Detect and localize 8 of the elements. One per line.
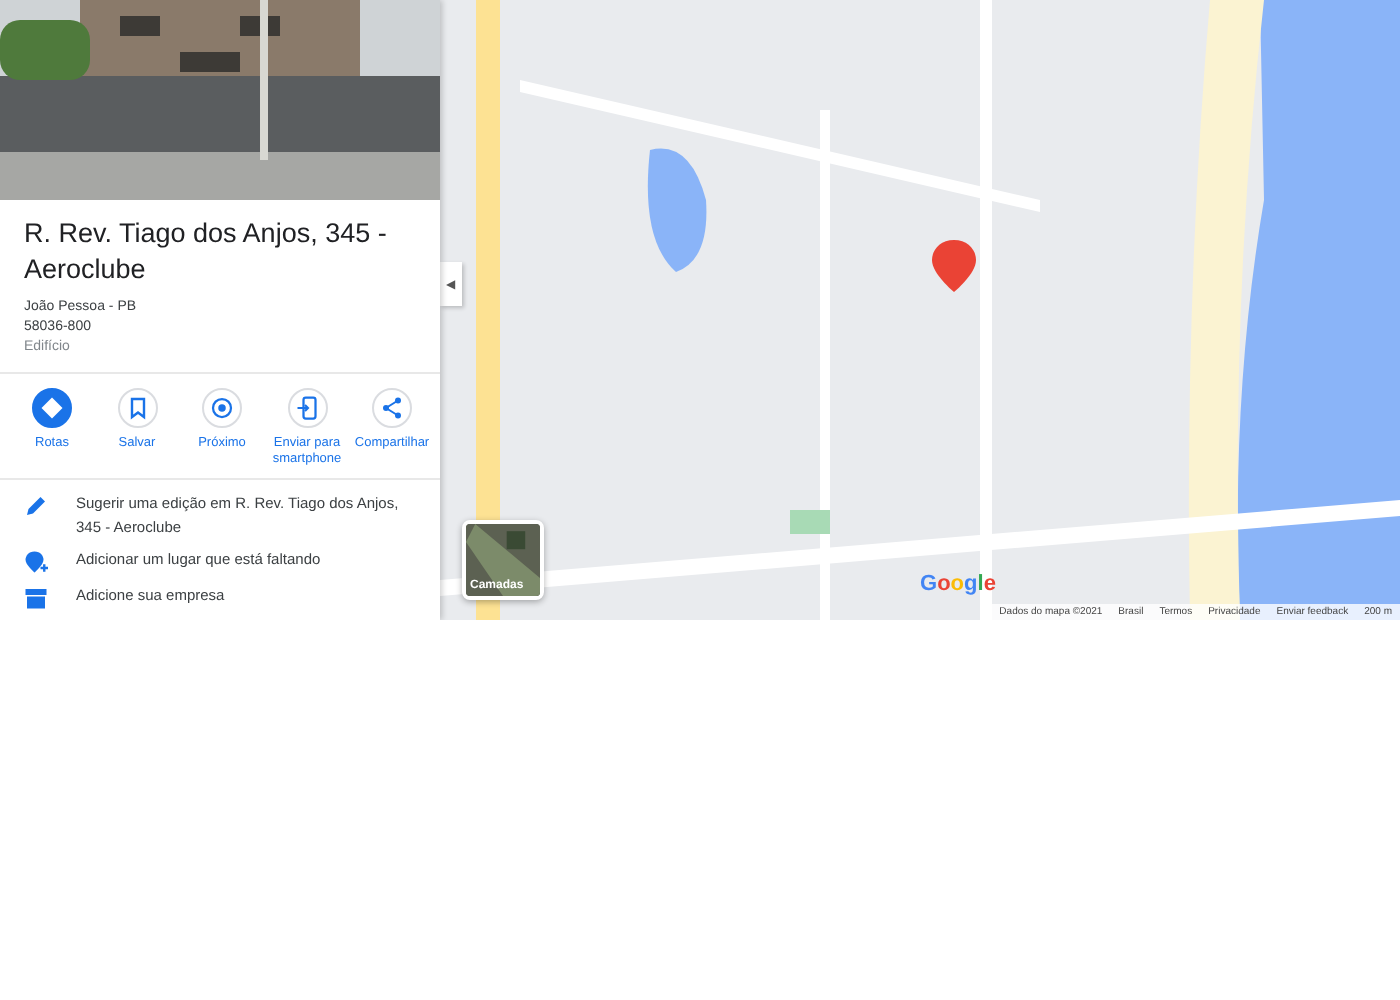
location-target-icon: [210, 395, 234, 420]
add-pin-icon: [24, 549, 48, 574]
storefront-icon: [24, 585, 48, 610]
share-icon: [380, 395, 404, 420]
bookmark-icon: [125, 395, 149, 420]
place-title: R. Rev. Tiago dos Anjos, 345 - Aeroclube: [24, 216, 389, 287]
pencil-icon: [24, 494, 48, 519]
direction-sign-icon: [40, 395, 64, 420]
